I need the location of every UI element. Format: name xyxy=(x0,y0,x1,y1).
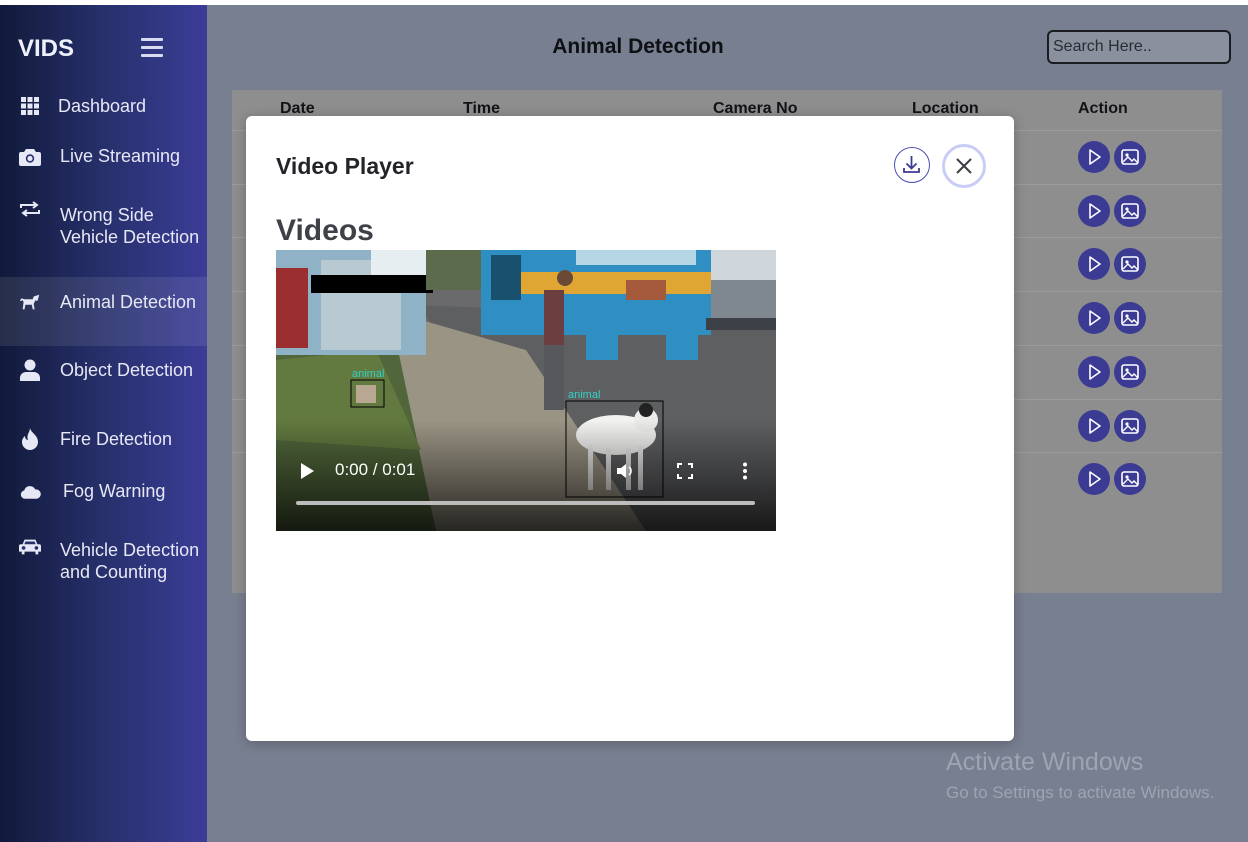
sidebar-item-label: Live Streaming xyxy=(60,146,181,166)
detection-label: animal xyxy=(352,368,385,380)
videos-heading: Videos xyxy=(276,214,374,247)
view-image-button[interactable] xyxy=(1114,248,1146,281)
image-icon xyxy=(1121,310,1139,326)
sidebar-item-object-detection[interactable]: Object Detection xyxy=(0,357,207,405)
sidebar-item-label: Dashboard xyxy=(58,96,147,116)
cloud-icon xyxy=(20,481,42,503)
sidebar-item-animal-detection[interactable]: Animal Detection xyxy=(0,277,207,346)
brand-logo: VIDS xyxy=(18,35,75,62)
row-actions xyxy=(1078,194,1150,227)
flame-icon xyxy=(19,428,41,450)
view-image-button[interactable] xyxy=(1114,302,1146,335)
page-title: Animal Detection xyxy=(552,35,724,58)
volume-icon[interactable] xyxy=(616,462,638,480)
hamburger-menu-icon[interactable] xyxy=(141,38,163,60)
play-video-button[interactable] xyxy=(1078,194,1110,227)
play-video-button[interactable] xyxy=(1078,141,1110,173)
modal-title: Video Player xyxy=(276,153,414,179)
row-actions xyxy=(1078,302,1150,335)
image-icon xyxy=(1121,149,1139,165)
row-actions xyxy=(1078,409,1150,442)
sidebar-item-dashboard[interactable]: Dashboard xyxy=(0,93,207,119)
play-video-button[interactable] xyxy=(1078,248,1110,281)
download-button[interactable] xyxy=(894,147,930,183)
play-video-button[interactable] xyxy=(1078,409,1110,442)
image-icon xyxy=(1121,256,1139,273)
sidebar-item-label: Object Detection xyxy=(60,360,194,380)
sidebar-item-label: Animal Detection xyxy=(60,292,197,312)
play-outline-icon xyxy=(1089,471,1101,487)
close-icon xyxy=(956,158,972,174)
horse-icon xyxy=(19,291,41,313)
sidebar-item-fire-detection[interactable]: Fire Detection xyxy=(0,426,207,452)
sidebar: VIDS Dashboard Live Streaming Wrong Side… xyxy=(0,5,207,842)
activation-watermark-title: Activate Windows xyxy=(946,748,1144,776)
sidebar-item-label: Wrong Side Vehicle Detection xyxy=(60,205,200,247)
sidebar-item-label: Fire Detection xyxy=(60,429,173,449)
play-outline-icon xyxy=(1089,417,1101,434)
car-icon xyxy=(19,536,41,558)
swap-arrows-icon xyxy=(19,198,41,220)
image-icon xyxy=(1121,202,1139,219)
view-image-button[interactable] xyxy=(1114,355,1146,388)
play-video-button[interactable] xyxy=(1078,463,1110,496)
play-outline-icon xyxy=(1089,202,1101,219)
image-icon xyxy=(1121,417,1139,434)
row-actions xyxy=(1078,141,1150,173)
video-player-modal: Video Player Videos animal animal 0:00 /… xyxy=(246,116,1014,741)
video-player[interactable]: animal animal 0:00 / 0:01 xyxy=(276,250,776,531)
sidebar-item-live-streaming[interactable]: Live Streaming xyxy=(0,143,207,169)
view-image-button[interactable] xyxy=(1114,409,1146,442)
play-video-button[interactable] xyxy=(1078,355,1110,388)
activation-watermark-subtitle: Go to Settings to activate Windows. xyxy=(946,783,1215,802)
camera-icon xyxy=(19,146,41,168)
view-image-button[interactable] xyxy=(1114,141,1146,173)
play-outline-icon xyxy=(1089,149,1101,165)
video-progress-bar[interactable] xyxy=(296,501,755,505)
play-video-button[interactable] xyxy=(1078,302,1110,335)
play-outline-icon xyxy=(1089,310,1101,326)
play-icon[interactable] xyxy=(300,463,314,479)
play-outline-icon xyxy=(1089,363,1101,380)
view-image-button[interactable] xyxy=(1114,463,1146,496)
row-actions xyxy=(1078,355,1150,388)
person-icon xyxy=(19,359,41,381)
close-button[interactable] xyxy=(942,144,986,188)
fullscreen-icon[interactable] xyxy=(677,463,693,479)
video-time-display: 0:00 / 0:01 xyxy=(335,460,416,479)
grid-icon xyxy=(19,95,41,117)
image-icon xyxy=(1121,471,1139,487)
download-icon xyxy=(903,156,920,173)
view-image-button[interactable] xyxy=(1114,194,1146,227)
play-outline-icon xyxy=(1089,256,1101,273)
detection-label: animal xyxy=(568,389,601,401)
sidebar-item-label: Fog Warning xyxy=(63,481,166,501)
sidebar-item-vehicle-detection[interactable]: Vehicle Detection and Counting xyxy=(0,533,207,605)
video-frame xyxy=(276,250,776,531)
column-header-action: Action xyxy=(1078,100,1128,117)
sidebar-item-fog-warning[interactable]: Fog Warning xyxy=(0,478,207,504)
sidebar-item-wrong-side[interactable]: Wrong Side Vehicle Detection xyxy=(0,195,207,265)
row-actions xyxy=(1078,463,1150,496)
row-actions xyxy=(1078,248,1150,281)
sidebar-item-label: Vehicle Detection and Counting xyxy=(60,540,200,582)
more-options-icon[interactable] xyxy=(742,462,748,480)
image-icon xyxy=(1121,363,1139,380)
search-input[interactable] xyxy=(1047,30,1231,64)
